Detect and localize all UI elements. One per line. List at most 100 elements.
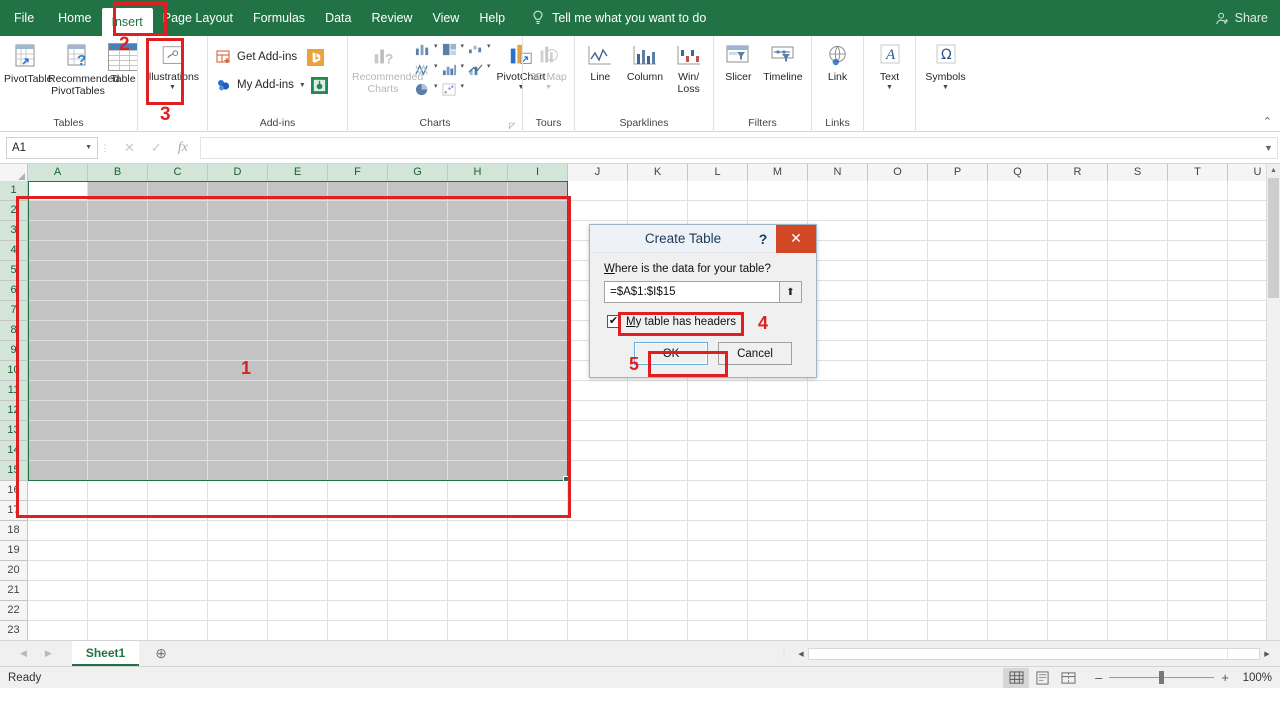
timeline-button[interactable]: Timeline [759, 40, 807, 84]
cell-O10[interactable] [868, 361, 928, 381]
cell-D15[interactable] [208, 461, 268, 481]
cell-S4[interactable] [1108, 241, 1168, 261]
cell-H16[interactable] [448, 481, 508, 501]
cell-G17[interactable] [388, 501, 448, 521]
cell-A23[interactable] [28, 621, 88, 640]
cell-O13[interactable] [868, 421, 928, 441]
column-header-B[interactable]: B [88, 164, 148, 181]
cell-I12[interactable] [508, 401, 568, 421]
cell-H18[interactable] [448, 521, 508, 541]
cell-C20[interactable] [148, 561, 208, 581]
cell-L16[interactable] [688, 481, 748, 501]
cell-T14[interactable] [1168, 441, 1228, 461]
cell-K22[interactable] [628, 601, 688, 621]
cell-A12[interactable] [28, 401, 88, 421]
cell-B14[interactable] [88, 441, 148, 461]
cell-Q8[interactable] [988, 321, 1048, 341]
cell-K16[interactable] [628, 481, 688, 501]
cell-I22[interactable] [508, 601, 568, 621]
column-header-J[interactable]: J [568, 164, 628, 181]
cell-P5[interactable] [928, 261, 988, 281]
cell-H6[interactable] [448, 281, 508, 301]
ribbon-tab-file[interactable]: File [0, 0, 48, 36]
cell-F22[interactable] [328, 601, 388, 621]
row-header-13[interactable]: 13 [0, 421, 28, 441]
cell-R2[interactable] [1048, 201, 1108, 221]
cell-N23[interactable] [808, 621, 868, 640]
cell-I7[interactable] [508, 301, 568, 321]
cell-O2[interactable] [868, 201, 928, 221]
cell-K2[interactable] [628, 201, 688, 221]
cell-F13[interactable] [328, 421, 388, 441]
cell-T16[interactable] [1168, 481, 1228, 501]
formula-bar-expand-icon[interactable]: ▼ [1260, 136, 1278, 159]
cell-C23[interactable] [148, 621, 208, 640]
cell-A6[interactable] [28, 281, 88, 301]
cell-M19[interactable] [748, 541, 808, 561]
row-header-11[interactable]: 11 [0, 381, 28, 401]
cell-L15[interactable] [688, 461, 748, 481]
cell-T22[interactable] [1168, 601, 1228, 621]
cell-E14[interactable] [268, 441, 328, 461]
column-header-D[interactable]: D [208, 164, 268, 181]
column-header-M[interactable]: M [748, 164, 808, 181]
cell-M11[interactable] [748, 381, 808, 401]
sheet-tab-sheet1[interactable]: Sheet1 [71, 641, 140, 666]
bar-chart-caret-icon[interactable]: ▾ [461, 62, 465, 80]
cell-H21[interactable] [448, 581, 508, 601]
column-header-L[interactable]: L [688, 164, 748, 181]
cell-T17[interactable] [1168, 501, 1228, 521]
cell-P7[interactable] [928, 301, 988, 321]
share-button[interactable]: Share [1215, 0, 1268, 36]
cell-S22[interactable] [1108, 601, 1168, 621]
cell-A21[interactable] [28, 581, 88, 601]
cell-F3[interactable] [328, 221, 388, 241]
cell-O17[interactable] [868, 501, 928, 521]
cell-G9[interactable] [388, 341, 448, 361]
cell-B7[interactable] [88, 301, 148, 321]
cell-D10[interactable] [208, 361, 268, 381]
cell-Q18[interactable] [988, 521, 1048, 541]
cell-D2[interactable] [208, 201, 268, 221]
cell-E16[interactable] [268, 481, 328, 501]
cell-D14[interactable] [208, 441, 268, 461]
cell-H1[interactable] [448, 181, 508, 201]
cell-J17[interactable] [568, 501, 628, 521]
cell-N2[interactable] [808, 201, 868, 221]
cell-S10[interactable] [1108, 361, 1168, 381]
cell-D4[interactable] [208, 241, 268, 261]
cell-M21[interactable] [748, 581, 808, 601]
sparkline-line-button[interactable]: Line [579, 40, 622, 84]
cell-P20[interactable] [928, 561, 988, 581]
cell-F5[interactable] [328, 261, 388, 281]
column-header-F[interactable]: F [328, 164, 388, 181]
cell-F2[interactable] [328, 201, 388, 221]
cell-G12[interactable] [388, 401, 448, 421]
cell-L13[interactable] [688, 421, 748, 441]
cell-D11[interactable] [208, 381, 268, 401]
cell-F14[interactable] [328, 441, 388, 461]
cell-H23[interactable] [448, 621, 508, 640]
sparkline-winloss-button[interactable]: Win/ Loss [668, 40, 709, 95]
cell-H12[interactable] [448, 401, 508, 421]
cell-C6[interactable] [148, 281, 208, 301]
cell-R8[interactable] [1048, 321, 1108, 341]
cell-N21[interactable] [808, 581, 868, 601]
cell-C14[interactable] [148, 441, 208, 461]
cell-B17[interactable] [88, 501, 148, 521]
cell-N15[interactable] [808, 461, 868, 481]
cell-D5[interactable] [208, 261, 268, 281]
column-chart-caret-icon[interactable]: ▾ [434, 42, 438, 60]
slicer-button[interactable]: Slicer [718, 40, 759, 84]
nav-next-icon[interactable]: ▶ [45, 648, 52, 659]
help-icon[interactable]: ? [750, 231, 776, 247]
cell-F17[interactable] [328, 501, 388, 521]
get-addins-button[interactable]: Get Add-ins [212, 46, 325, 68]
cell-S19[interactable] [1108, 541, 1168, 561]
cell-T9[interactable] [1168, 341, 1228, 361]
dialog-title-bar[interactable]: Create Table ? ✕ [590, 224, 816, 253]
cell-D17[interactable] [208, 501, 268, 521]
cell-M20[interactable] [748, 561, 808, 581]
cell-F19[interactable] [328, 541, 388, 561]
cell-Q7[interactable] [988, 301, 1048, 321]
